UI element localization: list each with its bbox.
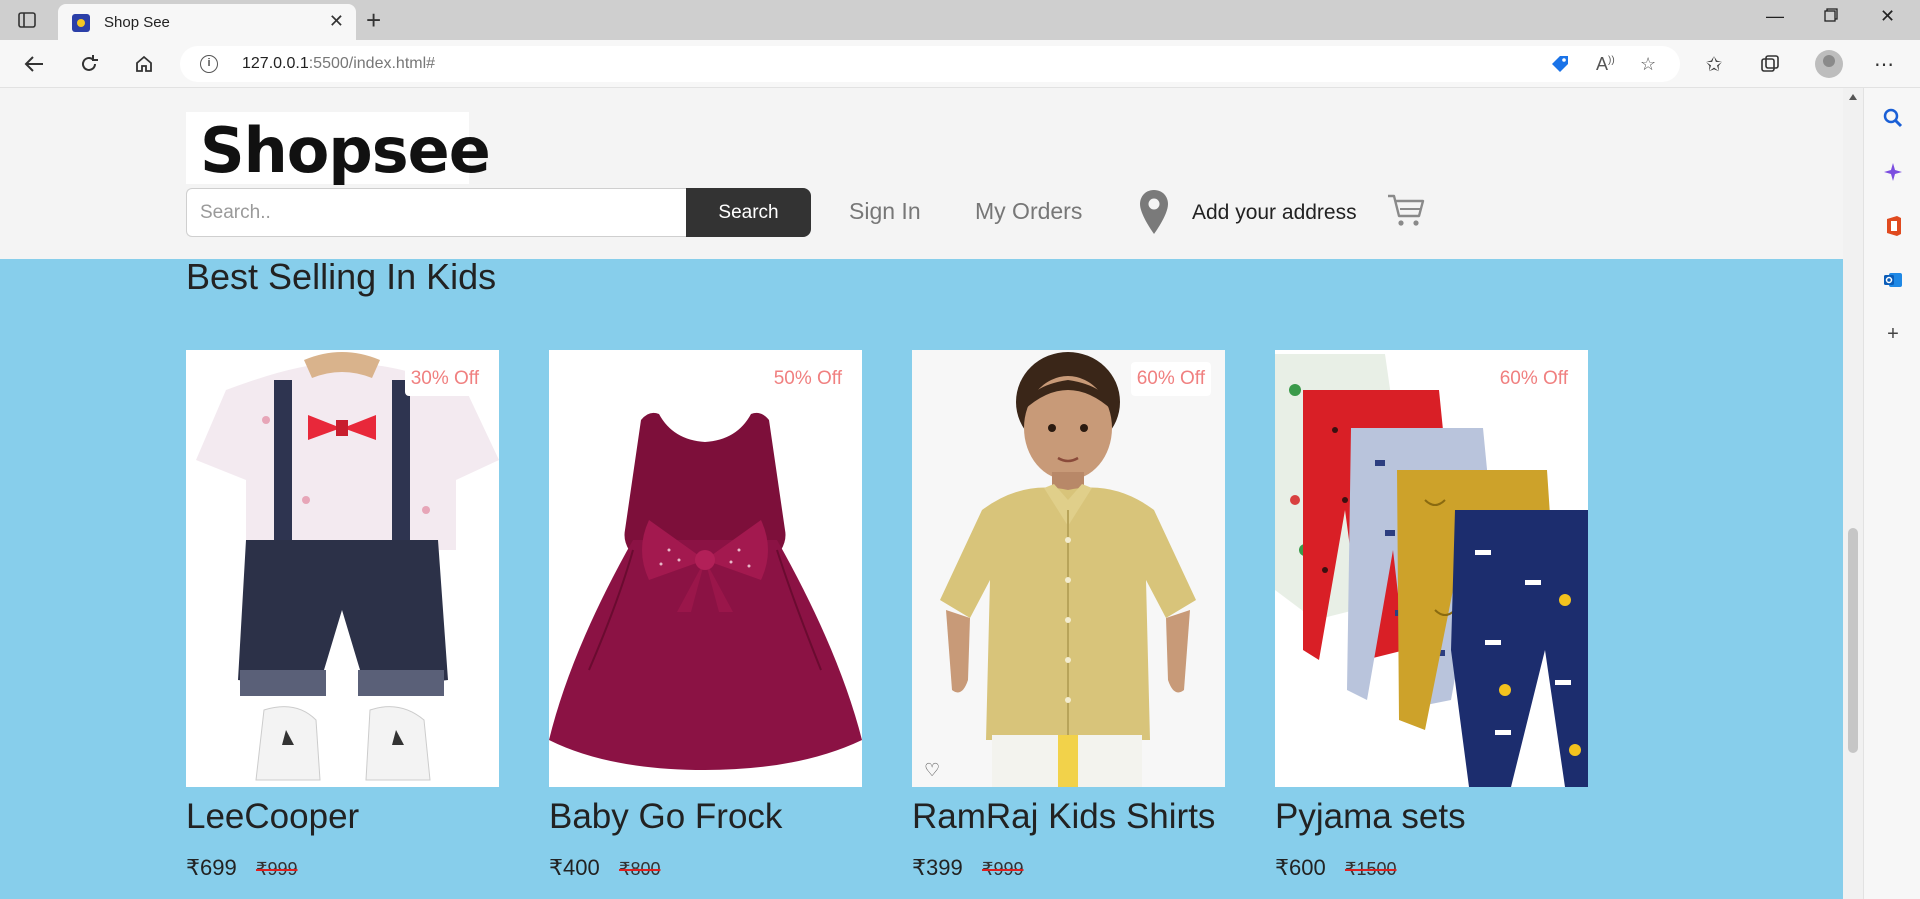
edge-sidebar: + [1863, 88, 1920, 899]
site-info-icon[interactable]: i [200, 55, 218, 73]
my-orders-link[interactable]: My Orders [975, 198, 1082, 225]
product-name[interactable]: Pyjama sets [1275, 797, 1466, 837]
add-address-link[interactable]: Add your address [1192, 201, 1357, 225]
url-host: 127.0.0.1 [242, 55, 309, 72]
search-icon[interactable] [1881, 106, 1905, 130]
product-original-price: ₹1500 [1345, 859, 1397, 879]
read-aloud-icon[interactable]: A)) [1596, 54, 1615, 75]
page-scrollbar[interactable] [1843, 88, 1863, 899]
favorites-icon[interactable]: ✩ [1700, 50, 1728, 78]
product-price: ₹400 [549, 855, 600, 880]
product-original-price: ₹999 [256, 859, 298, 879]
close-tab-icon[interactable]: ✕ [329, 11, 344, 32]
product-price: ₹399 [912, 855, 963, 880]
sign-in-link[interactable]: Sign In [849, 198, 921, 225]
search-input[interactable] [186, 188, 686, 237]
restore-icon[interactable] [1824, 6, 1838, 27]
product-image[interactable]: 50% Off [549, 350, 862, 787]
product-name[interactable]: RamRaj Kids Shirts [912, 797, 1215, 837]
site-favicon-icon [72, 14, 90, 32]
copilot-icon[interactable] [1881, 160, 1905, 184]
add-sidebar-app-icon[interactable]: + [1881, 322, 1905, 346]
cart-icon[interactable] [1386, 192, 1426, 228]
wishlist-heart-icon[interactable]: ♡ [924, 760, 940, 781]
discount-badge: 30% Off [404, 362, 485, 396]
close-window-icon[interactable]: ✕ [1880, 6, 1895, 27]
product-photo-outfit [186, 350, 499, 787]
tab-actions-icon[interactable] [14, 8, 40, 32]
add-favorite-icon[interactable]: ☆ [1640, 54, 1656, 75]
browser-tab-bar: Shop See ✕ + — ✕ [0, 0, 1920, 40]
outlook-icon[interactable] [1881, 268, 1905, 292]
more-menu-icon[interactable]: ⋯ [1870, 50, 1898, 78]
refresh-icon[interactable] [75, 50, 103, 78]
product-price: ₹699 [186, 855, 237, 880]
product-photo-shirt [912, 350, 1225, 787]
product-price: ₹600 [1275, 855, 1326, 880]
discount-badge: 50% Off [767, 362, 848, 396]
new-tab-icon[interactable]: + [366, 4, 381, 36]
url-path: :5500/index.html# [308, 55, 436, 72]
product-image[interactable]: 60% Off [1275, 350, 1588, 787]
home-icon[interactable] [130, 50, 158, 78]
browser-nav-bar: i 127.0.0.1:5500/index.html# A)) ☆ ✩ ⋯ [0, 40, 1920, 88]
product-name[interactable]: Baby Go Frock [549, 797, 782, 837]
profile-avatar[interactable] [1815, 50, 1843, 78]
search-button[interactable]: Search [686, 188, 811, 237]
site-header: Shopsee Search Sign In My Orders Add you… [0, 88, 1843, 259]
tab-title: Shop See [104, 14, 170, 31]
page-content: Shopsee Search Sign In My Orders Add you… [0, 88, 1843, 899]
office-icon[interactable] [1881, 214, 1905, 238]
product-image[interactable]: 60% Off ♡ [912, 350, 1225, 787]
scroll-up-icon[interactable] [1849, 94, 1857, 100]
url-text[interactable]: 127.0.0.1:5500/index.html# [242, 55, 435, 73]
collections-icon[interactable] [1756, 50, 1784, 78]
discount-badge: 60% Off [1130, 362, 1211, 396]
address-bar[interactable]: i 127.0.0.1:5500/index.html# A)) ☆ [180, 46, 1680, 82]
scrollbar-thumb[interactable] [1848, 528, 1858, 753]
product-original-price: ₹999 [982, 859, 1024, 879]
product-photo-frock [549, 350, 862, 787]
logo-text: Shopsee [200, 114, 491, 187]
product-name[interactable]: LeeCooper [186, 797, 359, 837]
site-logo[interactable]: Shopsee [186, 112, 491, 187]
discount-badge: 60% Off [1493, 362, 1574, 396]
section-title: Best Selling In Kids [186, 256, 497, 297]
location-pin-icon[interactable] [1138, 188, 1170, 236]
shopping-tag-icon[interactable] [1550, 54, 1570, 79]
product-original-price: ₹800 [619, 859, 661, 879]
product-photo-pyjamas [1275, 350, 1588, 787]
minimize-icon[interactable]: — [1766, 6, 1784, 27]
product-image[interactable]: 30% Off [186, 350, 499, 787]
browser-tab[interactable]: Shop See ✕ [58, 4, 356, 40]
back-icon[interactable] [20, 50, 48, 78]
